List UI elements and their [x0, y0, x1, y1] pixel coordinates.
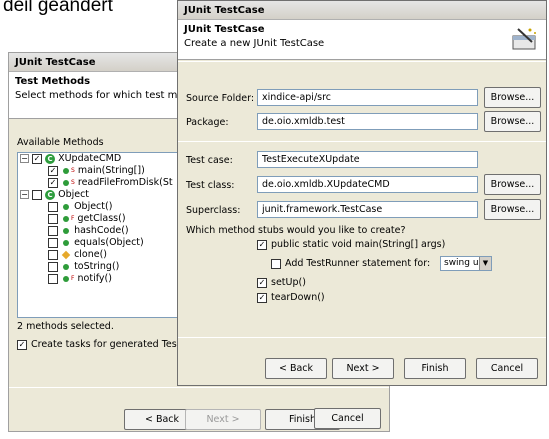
back-cancel-button[interactable]: Cancel: [314, 408, 381, 429]
public-method-icon: [63, 263, 70, 270]
separator: [178, 337, 546, 338]
source-folder-label: Source Folder:: [186, 93, 255, 104]
back-button[interactable]: < Back: [265, 358, 327, 379]
selection-status: 2 methods selected.: [17, 321, 114, 332]
superclass-label: Superclass:: [186, 205, 241, 216]
banner-description: Create a new JUnit TestCase: [184, 38, 325, 49]
banner-description: Select methods for which test metho: [15, 90, 200, 101]
checkbox[interactable]: [48, 249, 58, 260]
tree-item-main[interactable]: ✓ S main(String[]): [18, 165, 191, 177]
dialog-title: JUnit TestCase: [178, 1, 546, 20]
dialog-banner: JUnit TestCase Create a new JUnit TestCa…: [178, 20, 546, 60]
tree-item-hashcode[interactable]: hashCode(): [18, 225, 191, 237]
protected-method-icon: [61, 250, 71, 259]
browse-package-button[interactable]: Browse...: [484, 111, 541, 132]
stubs-question: Which method stubs would you like to cre…: [186, 225, 406, 236]
checkbox[interactable]: [48, 261, 58, 272]
public-method-icon: [63, 179, 70, 186]
tree-item-readfilefromdisk[interactable]: ✓ S readFileFromDisk(St: [18, 177, 191, 189]
browse-test-class-button[interactable]: Browse...: [484, 174, 541, 195]
browse-source-button[interactable]: Browse...: [484, 87, 541, 108]
testrunner-label: Add TestRunner statement for:: [285, 258, 431, 269]
next-button[interactable]: Next >: [185, 409, 261, 430]
create-tasks-label: Create tasks for generated Test r: [31, 339, 188, 350]
public-method-icon: [63, 167, 70, 174]
separator: [9, 387, 389, 388]
separator: [178, 141, 546, 142]
test-class-label: Test class:: [186, 180, 235, 191]
public-method-icon: [63, 227, 70, 234]
create-tasks-checkbox[interactable]: ✓: [17, 340, 27, 350]
test-case-label: Test case:: [186, 155, 233, 166]
checkbox[interactable]: [48, 237, 58, 248]
stub-main-label: public static void main(String[] args): [271, 239, 446, 250]
setup-checkbox[interactable]: ✓: [257, 278, 267, 288]
wizard-icon: [512, 28, 536, 50]
tree-item-label: notify(): [77, 273, 112, 284]
tree-item-label: XUpdateCMD: [58, 153, 122, 164]
tree-item-label: readFileFromDisk(St: [77, 177, 173, 188]
tree-item-label: Object: [58, 189, 90, 200]
available-methods-label: Available Methods: [17, 137, 104, 148]
cancel-button[interactable]: Cancel: [476, 358, 538, 379]
tree-item-label: main(String[]): [77, 165, 145, 176]
superclass-input[interactable]: [257, 201, 478, 218]
package-label: Package:: [186, 117, 229, 128]
checkbox[interactable]: [48, 213, 58, 224]
collapse-icon[interactable]: −: [20, 154, 29, 163]
checkbox[interactable]: [32, 189, 43, 200]
public-method-icon: [63, 215, 70, 222]
separator: [178, 61, 546, 62]
tree-item-notify[interactable]: F notify(): [18, 273, 191, 285]
public-method-icon: [63, 203, 70, 210]
teardown-checkbox[interactable]: ✓: [257, 293, 267, 303]
tree-item-label: clone(): [74, 249, 108, 260]
tree-item-label: equals(Object): [74, 237, 144, 248]
class-icon: C: [45, 153, 56, 164]
public-method-icon: [63, 275, 70, 282]
collapse-icon[interactable]: −: [20, 190, 29, 199]
tree-item-label: Object(): [74, 201, 113, 212]
browse-superclass-button[interactable]: Browse...: [484, 199, 541, 220]
next-button[interactable]: Next >: [332, 358, 394, 379]
testrunner-select[interactable]: swing ui ▼: [440, 256, 492, 271]
testrunner-select-value: swing ui: [444, 258, 482, 268]
tree-item-equals[interactable]: equals(Object): [18, 237, 191, 249]
class-icon: C: [45, 189, 56, 200]
checkbox[interactable]: [48, 201, 58, 212]
teardown-label: tearDown(): [271, 292, 325, 303]
new-testcase-dialog: JUnit TestCase JUnit TestCase Create a n…: [177, 0, 547, 386]
checkbox[interactable]: [48, 273, 58, 284]
checkbox[interactable]: ✓: [48, 177, 58, 188]
source-folder-input[interactable]: [257, 89, 478, 106]
tree-item-label: getClass(): [77, 213, 126, 224]
tree-item-label: hashCode(): [74, 225, 129, 236]
background-text: deil geändert: [3, 0, 113, 16]
chevron-down-icon: ▼: [479, 257, 491, 270]
tree-item-xupdatecmd[interactable]: − ✓ C XUpdateCMD: [18, 153, 191, 165]
banner-title: JUnit TestCase: [184, 24, 265, 35]
setup-label: setUp(): [271, 277, 306, 288]
tree-item-clone[interactable]: clone(): [18, 249, 191, 261]
test-case-input[interactable]: [257, 151, 478, 168]
methods-tree[interactable]: − ✓ C XUpdateCMD ✓ S main(String[]) ✓ S …: [17, 152, 192, 318]
tree-item-getclass[interactable]: F getClass(): [18, 213, 191, 225]
tree-item-object[interactable]: − C Object: [18, 189, 191, 201]
tree-item-label: toString(): [74, 261, 120, 272]
checkbox[interactable]: ✓: [48, 165, 58, 176]
checkbox[interactable]: ✓: [32, 153, 43, 164]
checkbox[interactable]: [48, 225, 58, 236]
testrunner-checkbox[interactable]: [271, 259, 281, 269]
finish-button[interactable]: Finish: [404, 358, 466, 379]
tree-item-tostring[interactable]: toString(): [18, 261, 191, 273]
test-class-input[interactable]: [257, 176, 478, 193]
package-input[interactable]: [257, 113, 478, 130]
public-method-icon: [63, 239, 70, 246]
stub-main-checkbox[interactable]: ✓: [257, 240, 267, 250]
tree-item-object-ctor[interactable]: Object(): [18, 201, 191, 213]
